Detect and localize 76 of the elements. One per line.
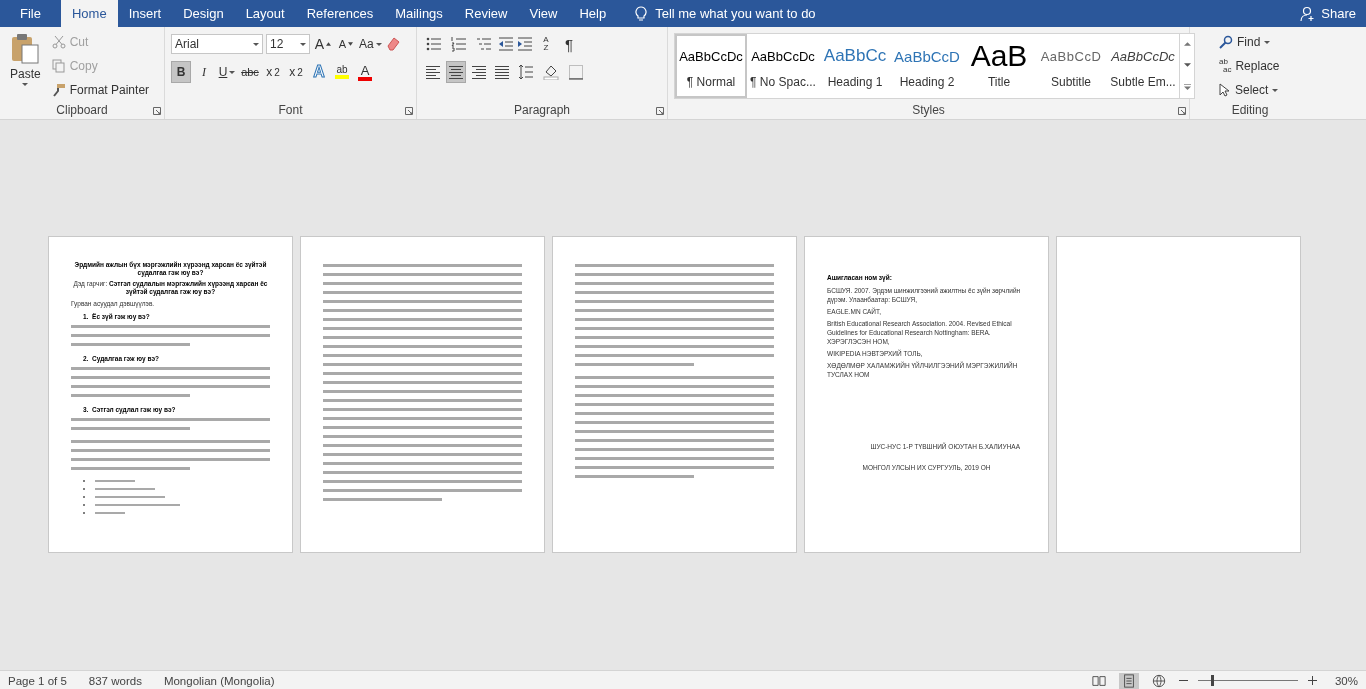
lightbulb-icon	[635, 5, 648, 22]
paintbrush-icon	[51, 83, 66, 97]
font-color-button[interactable]: A	[355, 61, 375, 83]
scroll-down-icon[interactable]	[1183, 63, 1191, 67]
caret-icon[interactable]	[375, 42, 382, 46]
format-painter-button[interactable]: Format Painter	[48, 79, 153, 101]
font-size-field[interactable]: 12	[266, 34, 310, 54]
tell-me-search[interactable]: Tell me what you want to do	[635, 5, 816, 22]
ribbon-tab[interactable]: Home	[60, 0, 118, 27]
cursor-icon	[1219, 83, 1231, 97]
scroll-up-icon[interactable]	[1183, 42, 1191, 47]
highlight-button[interactable]: ab	[332, 61, 352, 83]
font-style-button[interactable]: I	[194, 61, 214, 83]
more-styles-icon[interactable]	[1183, 83, 1191, 90]
caret-icon[interactable]	[1264, 40, 1271, 44]
style-gallery-item[interactable]: AaBbCc Heading 1	[819, 34, 891, 98]
zoom-level[interactable]: 30%	[1334, 674, 1358, 687]
shrink-font-button[interactable]: A	[336, 33, 356, 55]
decrease-indent-icon[interactable]	[498, 36, 514, 52]
style-gallery-item[interactable]: AaBbCcDc Subtle Em...	[1107, 34, 1179, 98]
style-gallery-item[interactable]: AaBbCcDc ¶ Normal	[675, 34, 747, 98]
group-label: Editing	[1230, 103, 1270, 119]
caret-icon[interactable]	[22, 83, 29, 86]
ribbon-tab[interactable]: View	[518, 0, 569, 27]
style-gallery-item[interactable]: AaBbCcDc ¶ No Spac...	[747, 34, 819, 98]
align-button[interactable]	[446, 61, 466, 83]
zoom-slider-thumb[interactable]	[1210, 675, 1214, 686]
dialog-launcher-icon[interactable]	[656, 107, 664, 115]
style-gallery-item[interactable]: AaBbCcD Heading 2	[891, 34, 963, 98]
word-count[interactable]: 837 words	[88, 674, 142, 687]
style-gallery-item[interactable]: AaBbCcD Subtitle	[1035, 34, 1107, 98]
view-mode-button[interactable]	[1118, 672, 1139, 689]
increase-indent-icon[interactable]	[517, 36, 533, 52]
group-label: Paragraph	[512, 103, 571, 119]
ribbon-tab[interactable]: Design	[172, 0, 235, 27]
caret-icon[interactable]	[300, 42, 306, 46]
zoom-in-icon[interactable]	[1307, 676, 1317, 685]
scissors-icon	[51, 35, 66, 49]
dialog-launcher-icon[interactable]	[153, 107, 161, 115]
copy-icon	[51, 59, 66, 73]
ribbon-tab[interactable]: Help	[568, 0, 618, 27]
ribbon-tab[interactable]: Mailings	[384, 0, 454, 27]
font-style-button[interactable]: abc	[240, 61, 260, 83]
caret-icon[interactable]	[229, 70, 236, 74]
show-formatting-button[interactable]: ¶	[559, 33, 579, 55]
font-style-button[interactable]: B	[171, 61, 191, 83]
ribbon-tab[interactable]: References	[295, 0, 385, 27]
person-add-icon	[1300, 5, 1317, 22]
up-triangle-icon	[326, 42, 332, 46]
page-count[interactable]: Page 1 of 5	[8, 674, 67, 687]
shading-icon[interactable]	[540, 64, 562, 80]
search-icon	[1219, 35, 1233, 49]
dialog-launcher-icon[interactable]	[405, 107, 413, 115]
change-case-button[interactable]: Aa	[359, 33, 382, 55]
ribbon-tab[interactable]: Layout	[234, 0, 296, 27]
paste-button[interactable]: Paste	[6, 31, 45, 103]
ribbon-tab[interactable]: Review	[453, 0, 519, 27]
language-indicator[interactable]: Mongolian (Mongolia)	[163, 674, 275, 687]
find-button[interactable]: Find	[1216, 31, 1304, 53]
grow-font-button[interactable]: A	[313, 33, 333, 55]
ribbon-tab[interactable]: Insert	[117, 0, 173, 27]
share-button[interactable]: Share	[1300, 5, 1356, 22]
down-triangle-icon	[348, 42, 354, 46]
ribbon-tab[interactable]: File	[0, 0, 61, 27]
dialog-launcher-icon[interactable]	[1178, 107, 1186, 115]
caret-icon[interactable]	[253, 42, 259, 46]
group-label: Clipboard	[55, 103, 109, 119]
group-label: Styles	[911, 103, 946, 119]
style-gallery-item[interactable]: AaB Title	[963, 34, 1035, 98]
font-name-field[interactable]: Arial	[171, 34, 263, 54]
select-button[interactable]: Select	[1216, 79, 1304, 101]
sort-button[interactable]: A Z	[536, 33, 556, 55]
group-label: Font	[277, 103, 304, 119]
clipboard-icon	[10, 33, 41, 65]
caret-icon[interactable]	[1272, 88, 1279, 92]
font-style-button[interactable]: U	[217, 61, 237, 83]
